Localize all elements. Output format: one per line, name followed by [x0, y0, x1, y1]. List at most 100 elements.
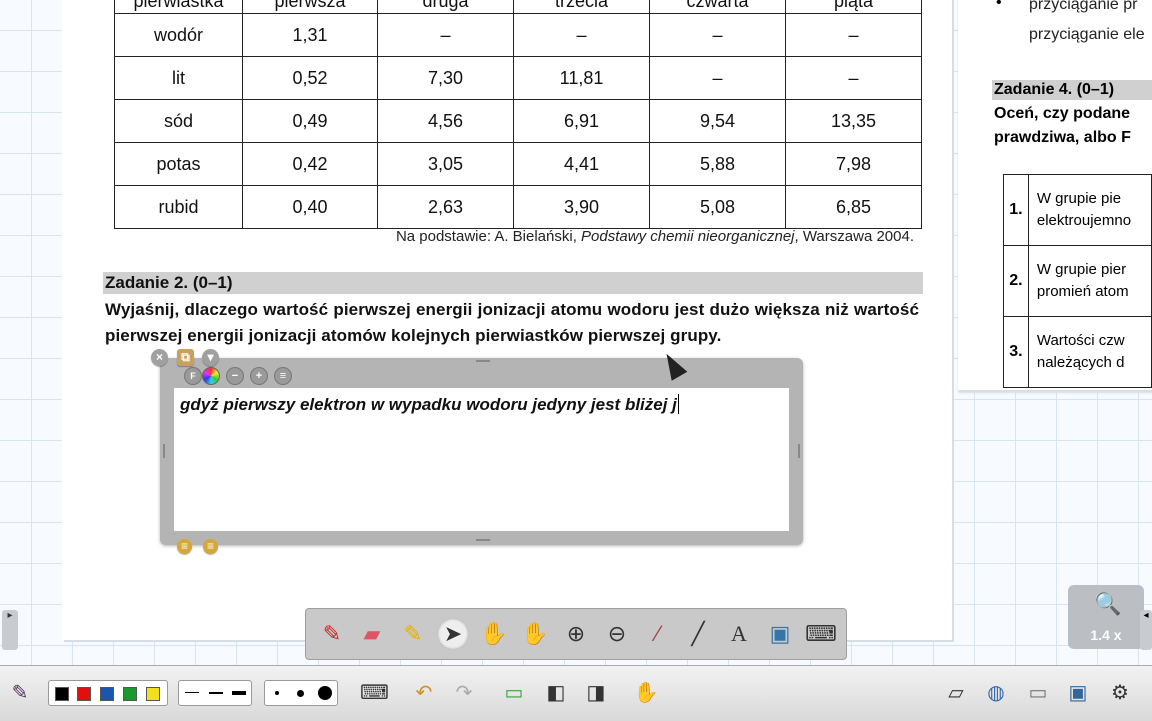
color-swatch-red[interactable]	[77, 687, 91, 701]
row-number: 1.	[1003, 174, 1029, 246]
pens-icon[interactable]: ✎	[6, 679, 34, 707]
clone-icon[interactable]: ⧉	[177, 349, 194, 366]
close-icon[interactable]: ×	[151, 349, 168, 366]
task-2-title: Zadanie 2. (0–1)	[103, 272, 923, 294]
resize-handle-top[interactable]	[476, 360, 490, 362]
text-icon[interactable]: A	[723, 618, 755, 650]
notebook-icon[interactable]: ▱	[942, 679, 970, 707]
text-caret	[677, 394, 679, 414]
redo-icon[interactable]: ↷	[450, 679, 478, 707]
resize-handle-right[interactable]	[798, 444, 800, 458]
table-cell: wodór	[114, 13, 243, 57]
table-cell: –	[649, 13, 786, 57]
menu-dropdown-icon[interactable]: ▾	[202, 349, 219, 366]
format-icon[interactable]: ≡	[274, 367, 292, 385]
thick-line-option[interactable]	[232, 691, 246, 695]
table-cell: –	[649, 56, 786, 100]
resize-handle-bottom[interactable]	[476, 539, 490, 541]
table-row: rubid 0,40 2,63 3,90 5,08 6,85	[114, 185, 922, 229]
color-icon[interactable]	[202, 367, 220, 385]
keyboard-icon[interactable]: ⌨	[360, 679, 389, 707]
table-row: 2. W grupie pier promień atom	[1003, 245, 1152, 317]
table-cell: sód	[114, 99, 243, 143]
resize-handle-left[interactable]	[163, 444, 165, 458]
table-row: sód 0,49 4,56 6,91 9,54 13,35	[114, 99, 922, 143]
decrease-icon[interactable]: −	[226, 367, 244, 385]
table-cell: 4,56	[377, 99, 514, 143]
task-4-instruction: Oceń, czy podane	[994, 105, 1131, 122]
left-side-tab[interactable]: ▸	[2, 610, 18, 650]
folder-icon[interactable]: ▭	[1024, 679, 1052, 707]
pen-icon[interactable]: ✎	[316, 618, 348, 650]
table-header-cell: trzecia	[513, 0, 650, 14]
color-swatch-blue[interactable]	[100, 687, 114, 701]
hand-pan-icon[interactable]: ✋	[519, 618, 551, 650]
next-page-icon[interactable]: ◨	[582, 679, 610, 707]
row-number: 3.	[1003, 316, 1029, 388]
table-cell: 6,91	[513, 99, 650, 143]
thin-line-option[interactable]	[185, 692, 199, 693]
line-width-picker	[178, 680, 252, 706]
statement-line: elektroujemno	[1036, 212, 1132, 229]
table-cell: 0,40	[242, 185, 378, 229]
source-prefix: Na podstawie: A. Bielański,	[395, 228, 582, 245]
list-icon[interactable]: ≡	[177, 539, 192, 554]
text-box-value[interactable]: gdyż pierwszy elektron w wypadku wodoru …	[180, 395, 677, 414]
table-header-row: pierwiastka pierwsza druga trzecia czwar…	[114, 0, 922, 14]
table-cell: –	[377, 13, 514, 57]
line-icon[interactable]: ╱	[682, 618, 714, 650]
table-cell: –	[785, 13, 922, 57]
table-header-cell: piąta	[785, 0, 922, 14]
text-box-editor[interactable]: gdyż pierwszy elektron w wypadku wodoru …	[174, 388, 789, 531]
gestures-icon[interactable]: ✋	[632, 679, 660, 707]
undo-icon[interactable]: ↶	[410, 679, 438, 707]
table-cell: 3,05	[377, 142, 514, 186]
highlighter-icon[interactable]: ✎	[397, 618, 429, 650]
statement-cell: W grupie pier promień atom	[1027, 245, 1152, 317]
increase-icon[interactable]: +	[250, 367, 268, 385]
source-book-title: Podstawy chemii nieorganicznej	[581, 228, 795, 245]
eraser-icon[interactable]: ▰	[356, 618, 388, 650]
small-dot-option[interactable]	[275, 691, 279, 695]
zoom-out-icon[interactable]: ⊖	[601, 618, 633, 650]
select-arrow-icon[interactable]: ➤	[437, 618, 469, 650]
statement-cell: Wartości czw należących d	[1027, 316, 1152, 388]
globe-icon[interactable]: ◍	[982, 679, 1010, 707]
capture-icon[interactable]: ▣	[764, 618, 796, 650]
keyboard-icon[interactable]: ⌨	[805, 618, 837, 650]
table-row: wodór 1,31 – – – –	[114, 13, 922, 57]
medium-dot-option[interactable]	[297, 690, 304, 697]
text-box-widget[interactable]: F − + ≡ gdyż pierwszy elektron w wypadku…	[160, 358, 803, 545]
source-suffix: , Warszawa 2004.	[794, 228, 915, 245]
table-cell: 0,42	[242, 142, 378, 186]
task-4-title: Zadanie 4. (0–1)	[992, 80, 1152, 100]
task-2-question: Wyjaśnij, dlaczego wartość pierwszej ene…	[105, 300, 919, 345]
table-cell: 5,08	[649, 185, 786, 229]
ionization-energy-table: pierwiastka pierwsza druga trzecia czwar…	[114, 0, 922, 229]
large-dot-option[interactable]	[318, 686, 332, 700]
add-page-icon[interactable]: ▭	[500, 679, 528, 707]
previous-page-icon[interactable]: ◧	[542, 679, 570, 707]
color-swatch-green[interactable]	[123, 687, 137, 701]
color-swatch-yellow[interactable]	[146, 687, 160, 701]
zoom-widget[interactable]: 🔍 1.4 x	[1068, 585, 1144, 649]
settings-gear-icon[interactable]: ⚙	[1106, 679, 1134, 707]
table-cell: 13,35	[785, 99, 922, 143]
table-cell: 7,98	[785, 142, 922, 186]
magic-pen-icon[interactable]: ✋	[478, 618, 510, 650]
medium-line-option[interactable]	[209, 692, 223, 694]
table-cell: 6,85	[785, 185, 922, 229]
text-box-content[interactable]: gdyż pierwszy elektron w wypadku wodoru …	[180, 394, 679, 415]
font-icon[interactable]: F	[184, 367, 202, 385]
display-icon[interactable]: ▣	[1064, 679, 1092, 707]
list-numbered-icon[interactable]: ≡	[203, 539, 218, 554]
table-cell: –	[785, 56, 922, 100]
floating-toolbar: ✎ ▰ ✎ ➤ ✋ ✋ ⊕ ⊖ ⁄ ╱ A ▣ ⌨	[305, 608, 847, 660]
bullet-icon: •	[996, 0, 1002, 11]
right-side-tab[interactable]: ◂	[1140, 610, 1152, 650]
screen-shade-icon[interactable]: ⁄	[642, 618, 674, 650]
table-row: 1. W grupie pie elektroujemno	[1003, 174, 1152, 246]
zoom-in-icon[interactable]: ⊕	[560, 618, 592, 650]
magnifier-icon[interactable]: 🔍	[1094, 591, 1121, 617]
color-swatch-black[interactable]	[55, 687, 69, 701]
